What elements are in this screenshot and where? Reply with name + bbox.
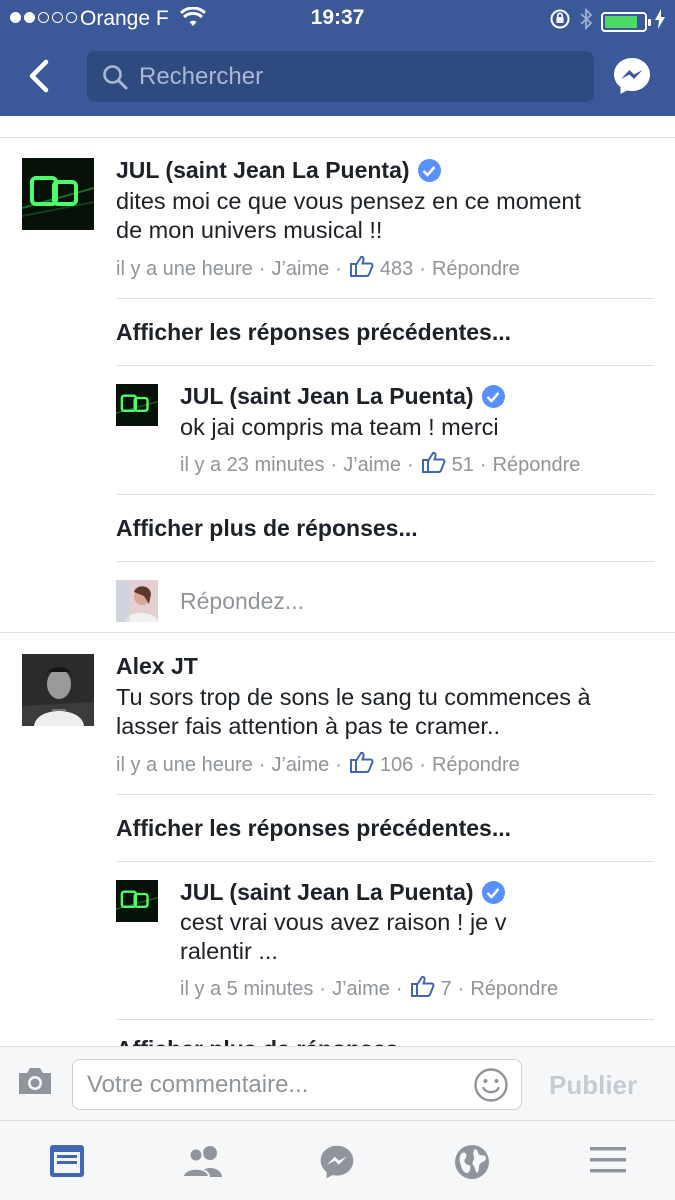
like-thumb-icon <box>421 451 446 479</box>
comment-time: il y a une heure <box>116 257 253 280</box>
tab-menu[interactable] <box>589 1143 629 1183</box>
divider <box>116 794 654 795</box>
search-placeholder: Rechercher <box>139 63 264 90</box>
reply-button[interactable]: Répondre <box>432 754 520 777</box>
status-bar: Orange F 19:37 <box>0 0 675 38</box>
comment-text: Tu sors trop de sons le sang tu commence… <box>116 683 661 741</box>
friends-icon <box>181 1146 222 1178</box>
divider <box>116 561 654 562</box>
bluetooth-icon <box>579 7 593 36</box>
feed-icon <box>50 1145 84 1177</box>
reply-input[interactable]: Répondez... <box>180 588 304 615</box>
avatar[interactable] <box>22 654 94 726</box>
publish-button[interactable]: Publier <box>549 1070 637 1101</box>
back-button[interactable] <box>22 58 58 94</box>
author-name[interactable]: JUL (saint Jean La Puenta) <box>180 383 474 410</box>
divider <box>116 861 654 862</box>
like-thumb-icon <box>410 975 435 1003</box>
divider <box>0 137 675 138</box>
tab-messenger[interactable] <box>318 1143 358 1183</box>
battery-icon <box>601 12 651 32</box>
comment-line: lasser fais attention à pas te cramer.. <box>116 713 501 739</box>
reply-author[interactable]: JUL (saint Jean La Puenta) <box>180 879 505 906</box>
like-count: 106 <box>379 753 414 776</box>
charging-icon <box>655 9 665 35</box>
author-name[interactable]: Alex JT <box>116 653 198 680</box>
messenger-button[interactable] <box>611 55 653 97</box>
previous-replies-link[interactable]: Afficher les réponses précédentes... <box>116 815 511 842</box>
reply-button[interactable]: Répondre <box>432 258 520 281</box>
like-count: 51 <box>451 453 474 476</box>
comments-feed[interactable]: JUL (saint Jean La Puenta) dites moi ce … <box>0 116 675 1046</box>
divider <box>116 298 654 299</box>
comment-line: ralentir ... <box>180 938 278 964</box>
messenger-icon <box>614 58 650 94</box>
reply-text: cest vrai vous avez raison ! je v ralent… <box>180 908 655 966</box>
reply-meta: il y a 5 minutes · J’aime · 7 · Répondre <box>180 975 558 1003</box>
smiley-icon <box>474 1068 508 1102</box>
comment-placeholder: Votre commentaire... <box>87 1071 309 1098</box>
reply-button[interactable]: Répondre <box>470 978 558 1001</box>
comment-time: il y a une heure <box>116 753 253 776</box>
camera-button[interactable] <box>16 1065 54 1102</box>
tab-notifications[interactable] <box>453 1143 493 1183</box>
verified-badge-icon <box>481 881 505 904</box>
comment-time: il y a 23 minutes <box>180 453 325 476</box>
menu-icon <box>590 1147 626 1173</box>
like-count: 7 <box>440 977 452 1000</box>
emoji-button[interactable] <box>473 1067 509 1108</box>
reply-meta: il y a 23 minutes · J’aime · 51 · Répondre <box>180 451 580 479</box>
like-button[interactable]: J’aime <box>343 454 401 477</box>
messenger-icon <box>320 1145 354 1179</box>
divider <box>116 365 654 366</box>
chevron-left-icon <box>29 59 49 93</box>
camera-icon <box>19 1068 51 1094</box>
comment-meta: il y a une heure · J’aime · 106 · Répondre <box>116 751 520 779</box>
divider <box>0 632 675 633</box>
avatar[interactable] <box>116 384 158 426</box>
previous-replies-link[interactable]: Afficher les réponses précédentes... <box>116 319 511 346</box>
verified-badge-icon <box>417 159 441 182</box>
comment-author[interactable]: Alex JT <box>116 653 198 680</box>
author-name[interactable]: JUL (saint Jean La Puenta) <box>116 157 410 184</box>
like-button[interactable]: J’aime <box>271 258 329 281</box>
author-name[interactable]: JUL (saint Jean La Puenta) <box>180 879 474 906</box>
more-replies-link[interactable]: Afficher plus de réponses... <box>116 1036 418 1046</box>
divider <box>116 494 654 495</box>
comment-line: ok jai compris ma team ! merci <box>180 414 499 440</box>
comment-line: Tu sors trop de sons le sang tu commence… <box>116 684 591 710</box>
verified-badge-icon <box>481 385 505 408</box>
like-button[interactable]: J’aime <box>332 978 390 1001</box>
search-input[interactable]: Rechercher <box>87 51 594 102</box>
comment-line: cest vrai vous avez raison ! je v <box>180 909 507 935</box>
tab-news-feed[interactable] <box>48 1143 88 1183</box>
more-replies-link[interactable]: Afficher plus de réponses... <box>116 515 418 542</box>
comment-line: dites moi ce que vous pensez en ce momen… <box>116 188 582 214</box>
globe-icon <box>455 1145 489 1179</box>
like-thumb-icon <box>349 751 374 779</box>
rotation-lock-icon <box>549 8 571 36</box>
comment-line: de mon univers musical !! <box>116 217 383 243</box>
avatar[interactable] <box>22 158 94 230</box>
like-thumb-icon <box>349 255 374 283</box>
comment-text: dites moi ce que vous pensez en ce momen… <box>116 187 656 245</box>
reply-text: ok jai compris ma team ! merci <box>180 413 655 442</box>
divider <box>116 1019 654 1020</box>
comment-meta: il y a une heure · J’aime · 483 · Répondre <box>116 255 520 283</box>
user-avatar <box>116 580 158 622</box>
tab-friends[interactable] <box>181 1143 222 1183</box>
comment-composer: Votre commentaire... Publier <box>0 1046 675 1120</box>
bottom-tab-bar <box>0 1120 675 1200</box>
reply-author[interactable]: JUL (saint Jean La Puenta) <box>180 383 505 410</box>
comment-time: il y a 5 minutes <box>180 977 314 1000</box>
comment-input[interactable]: Votre commentaire... <box>72 1059 522 1110</box>
avatar[interactable] <box>116 880 158 922</box>
comment-author[interactable]: JUL (saint Jean La Puenta) <box>116 157 441 184</box>
top-bar: Orange F 19:37 Rechercher <box>0 0 675 116</box>
search-icon <box>102 64 128 95</box>
like-count: 483 <box>379 257 414 280</box>
reply-button[interactable]: Répondre <box>493 454 581 477</box>
like-button[interactable]: J’aime <box>271 754 329 777</box>
